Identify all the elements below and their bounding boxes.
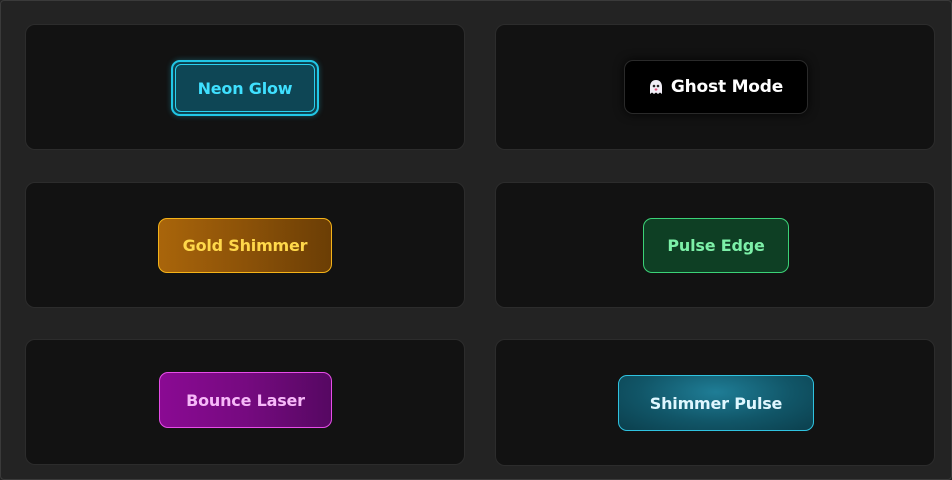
- pulse-edge-button[interactable]: Pulse Edge: [643, 218, 789, 273]
- neon-glow-button[interactable]: Neon Glow: [171, 60, 319, 116]
- gold-shimmer-button[interactable]: Gold Shimmer: [158, 218, 332, 273]
- ghost-mode-button[interactable]: Ghost Mode: [624, 60, 808, 114]
- ghost-mode-label: Ghost Mode: [670, 77, 784, 97]
- gold-shimmer-label: Gold Shimmer: [182, 236, 308, 255]
- bounce-laser-button[interactable]: Bounce Laser: [159, 372, 332, 428]
- card-shimmer-pulse: Shimmer Pulse: [495, 339, 935, 466]
- bounce-laser-label: Bounce Laser: [186, 390, 305, 410]
- neon-glow-label: Neon Glow: [197, 78, 293, 98]
- card-neon-glow: Neon Glow: [25, 24, 465, 150]
- ghost-icon: [649, 79, 663, 96]
- card-ghost-mode: Ghost Mode: [495, 24, 935, 150]
- card-bounce-laser: Bounce Laser: [25, 339, 465, 465]
- shimmer-pulse-button[interactable]: Shimmer Pulse: [618, 375, 814, 431]
- card-gold-shimmer: Gold Shimmer: [25, 182, 465, 308]
- shimmer-pulse-label: Shimmer Pulse: [649, 393, 783, 413]
- card-pulse-edge: Pulse Edge: [495, 182, 935, 308]
- demo-frame: Neon Glow Ghost Mode Gold Shimmer Pulse …: [0, 0, 952, 480]
- pulse-edge-label: Pulse Edge: [667, 236, 765, 255]
